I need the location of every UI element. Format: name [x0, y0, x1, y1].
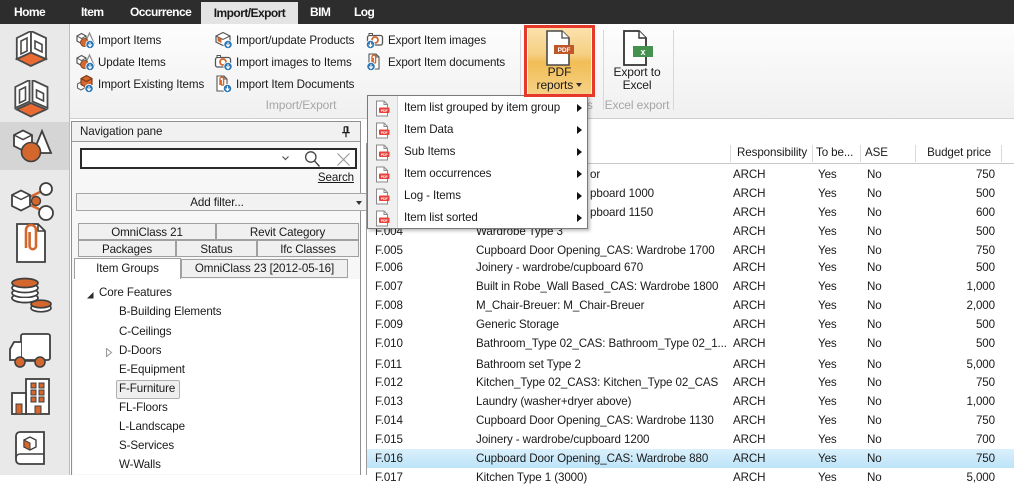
- svg-text:PDF: PDF: [381, 153, 389, 157]
- svg-text:x: x: [641, 47, 646, 57]
- svg-text:PDF: PDF: [381, 219, 389, 223]
- svg-text:PDF: PDF: [381, 197, 389, 201]
- svg-text:PDF: PDF: [381, 131, 389, 135]
- svg-text:PDF: PDF: [381, 109, 389, 113]
- svg-text:PDF: PDF: [381, 175, 389, 179]
